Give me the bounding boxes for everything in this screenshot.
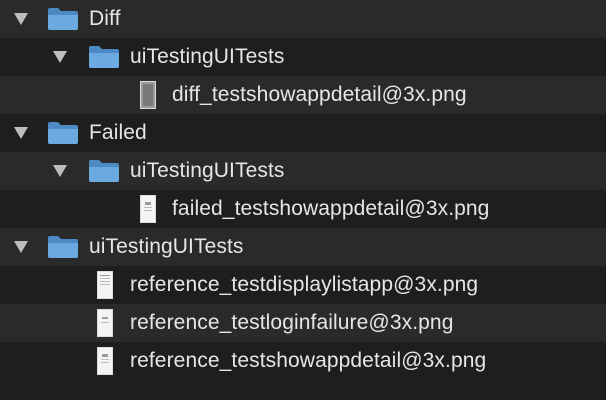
- tree-item-label: uiTestingUITests: [130, 45, 285, 68]
- tree-item-label: uiTestingUITests: [89, 235, 244, 258]
- tree-row-failed-file[interactable]: failed_testshowappdetail@3x.png: [0, 190, 606, 228]
- tree-row-reference-file[interactable]: reference_testloginfailure@3x.png: [0, 304, 606, 342]
- image-file-icon: [140, 195, 156, 223]
- tree-item-label: reference_testloginfailure@3x.png: [130, 311, 454, 334]
- tree-item-label: failed_testshowappdetail@3x.png: [172, 197, 490, 220]
- tree-row-uitestinguitests-folder[interactable]: uiTestingUITests: [0, 152, 606, 190]
- folder-icon: [48, 8, 78, 30]
- disclosure-triangle-icon[interactable]: [14, 13, 28, 25]
- tree-row-diff-folder[interactable]: Diff: [0, 0, 606, 38]
- disclosure-triangle-icon[interactable]: [53, 51, 67, 63]
- folder-icon: [89, 160, 119, 182]
- tree-row-uitestinguitests-folder[interactable]: uiTestingUITests: [0, 38, 606, 76]
- tree-item-label: Diff: [89, 7, 121, 30]
- disclosure-triangle-icon[interactable]: [14, 241, 28, 253]
- image-file-icon: [97, 347, 113, 375]
- tree-item-label: reference_testshowappdetail@3x.png: [130, 349, 487, 372]
- disclosure-triangle-icon[interactable]: [53, 165, 67, 177]
- tree-item-label: diff_testshowappdetail@3x.png: [172, 83, 467, 106]
- tree-item-label: Failed: [89, 121, 147, 144]
- image-file-icon: [97, 309, 113, 337]
- tree-row-reference-file[interactable]: reference_testdisplaylistapp@3x.png: [0, 266, 606, 304]
- tree-row-reference-file[interactable]: reference_testshowappdetail@3x.png: [0, 342, 606, 380]
- folder-icon: [89, 46, 119, 68]
- tree-item-label: reference_testdisplaylistapp@3x.png: [130, 273, 479, 296]
- disclosure-triangle-icon[interactable]: [14, 127, 28, 139]
- tree-row-uitestinguitests-folder[interactable]: uiTestingUITests: [0, 228, 606, 266]
- folder-icon: [48, 236, 78, 258]
- folder-icon: [48, 122, 78, 144]
- tree-item-label: uiTestingUITests: [130, 159, 285, 182]
- tree-row-failed-folder[interactable]: Failed: [0, 114, 606, 152]
- image-file-icon: [140, 81, 156, 109]
- image-file-icon: [97, 271, 113, 299]
- tree-row-diff-file[interactable]: diff_testshowappdetail@3x.png: [0, 76, 606, 114]
- file-tree: Diff uiTestingUITests diff_testshowappde…: [0, 0, 606, 400]
